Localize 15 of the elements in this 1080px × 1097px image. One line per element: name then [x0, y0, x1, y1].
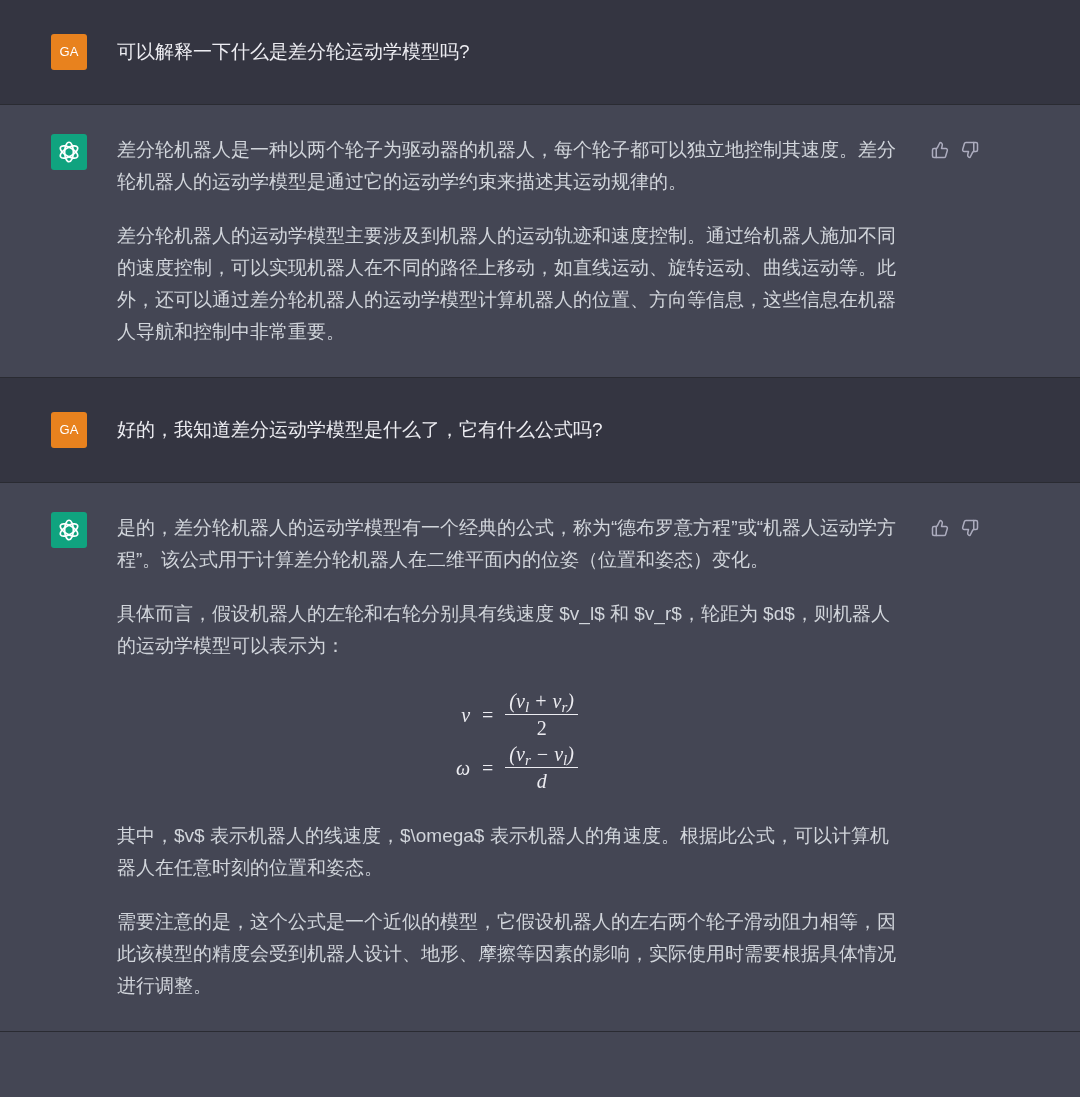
message-paragraph: 其中，$v$ 表示机器人的线速度，$\omega$ 表示机器人的角速度。根据此公式，可以计算机器人在任意时刻的位置和姿态。	[117, 824, 890, 880]
user-avatar: GA	[51, 412, 87, 448]
message-paragraph: 需要注意的是，这个公式是一个近似的模型，它假设机器人的左右两个轮子滑动阻力相等，因此该模型的精度会受到机器人设计、地形、摩擦等因素的影响，实际使用时需要根据具体情况进行调整。	[117, 910, 897, 998]
formula: v = (v$_{l}$ + v$_{r}$) 2 ω = (v$_{r}$ − v$_{l}$) d	[117, 684, 907, 798]
message-paragraph: 具体而言，假设机器人的左轮和右轮分别具有线速度 $v_l$ 和 $v_r$，轮距为 $d$，则机器人的运动学模型可以表示为：	[117, 602, 891, 658]
message-paragraph: 差分轮机器人是一种以两个轮子为驱动器的机器人，每个轮子都可以独立地控制其速度。差分轮机器人的运动学模型是通过它的运动学约束来描述其运动规律的。	[117, 138, 897, 194]
thumbs-down-icon	[961, 141, 979, 159]
user-avatar: GA	[51, 34, 87, 70]
thumbs-up-icon	[931, 141, 949, 159]
thumbs-down-icon	[961, 519, 979, 537]
thumbs-up-icon	[931, 519, 949, 537]
message-paragraph: 差分轮机器人的运动学模型主要涉及到机器人的运动轨迹和速度控制。通过给机器人施加不同的速度控制，可以实现机器人在不同的路径上移动，如直线运动、旋转运动、曲线运动等。此外，还可以通过差分轮机器人的运动学模型计算机器人的位置、方向等信息，这些信息在机器人导航和控制中非常重要。	[117, 224, 897, 344]
user-message: 好的，我知道差分运动学模型是什么了，它有什么公式吗?	[117, 417, 603, 442]
user-message: 可以解释一下什么是差分轮运动学模型吗?	[117, 39, 470, 64]
message-paragraph: 是的，差分轮机器人的运动学模型有一个经典的公式，称为“德布罗意方程”或“机器人运动学方程”。该公式用于计算差分轮机器人在二维平面内的位姿（位置和姿态）变化。	[117, 516, 897, 572]
